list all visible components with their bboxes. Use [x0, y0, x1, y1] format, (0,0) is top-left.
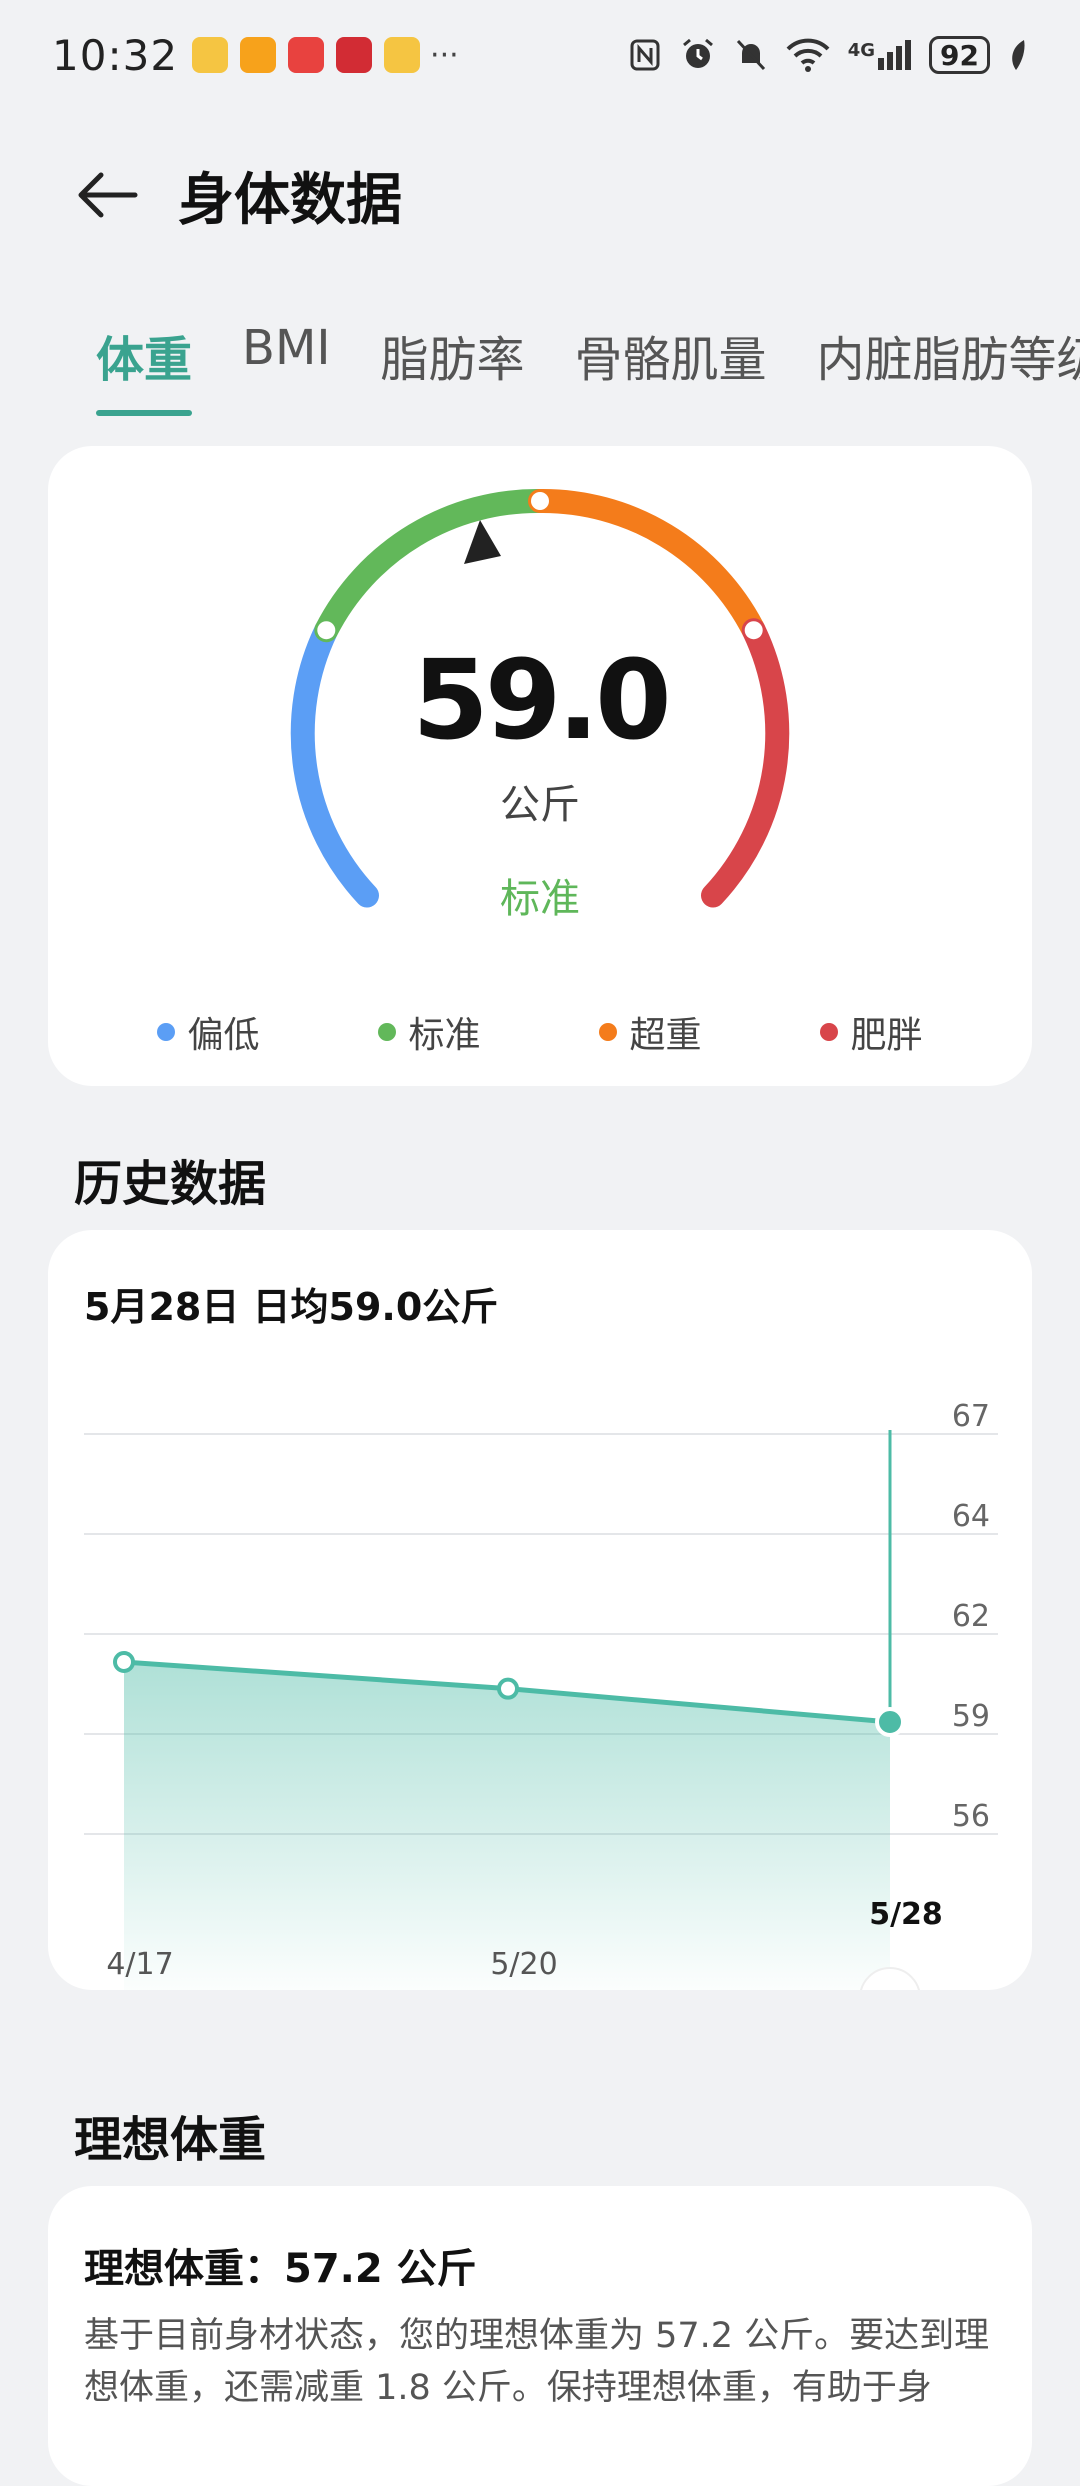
app-notification-icon	[240, 37, 277, 73]
back-arrow-icon	[78, 172, 138, 218]
gauge-pointer	[464, 520, 501, 564]
legend-label: 偏低	[187, 1015, 260, 1056]
weibo-app-icon	[192, 37, 229, 73]
tab-bmi[interactable]: BMI	[242, 320, 331, 416]
history-section-title: 历史数据	[74, 1156, 267, 1212]
weight-gauge	[290, 488, 790, 908]
weight-value: 59.0	[412, 636, 671, 764]
legend-dot	[157, 1023, 176, 1041]
tab-visceral-fat[interactable]: 内脏脂肪等级	[817, 320, 1080, 416]
page-header: 身体数据	[0, 140, 1080, 250]
tab-body-fat[interactable]: 脂肪率	[381, 320, 525, 416]
gauge-joint	[531, 492, 549, 510]
y-tick-label: 67	[952, 1399, 990, 1434]
ideal-weight-card: 理想体重：57.2 公斤 基于目前身材状态，您的理想体重为 57.2 公斤。要达…	[48, 2186, 1032, 2486]
data-point[interactable]	[875, 1707, 905, 1737]
status-bar: 10:32 ··· 4G 92	[0, 0, 1080, 110]
history-card: 5月28日 日均59.0公斤 67 64 62 59 56 4/17 5/20 5/28	[48, 1230, 1032, 1990]
legend-dot	[378, 1023, 397, 1041]
mute-bell-icon	[736, 39, 765, 71]
metric-tabs: 体重 BMI 脂肪率 骨骼肌量 内脏脂肪等级	[96, 320, 1080, 416]
shopping-app-icon	[336, 37, 373, 73]
tab-skeletal-muscle[interactable]: 骨骼肌量	[575, 320, 767, 416]
weight-history-chart[interactable]: 67 64 62 59 56 4/17 5/20 5/28	[48, 1230, 1032, 1990]
battery-indicator: 92	[929, 36, 990, 74]
gauge-segment-overweight	[528, 488, 766, 643]
legend-item-obese: 肥胖	[820, 1006, 923, 1058]
legend-item-normal: 标准	[378, 1006, 481, 1058]
weight-gauge-card: 59.0 公斤 标准 偏低 标准 超重 肥胖	[48, 446, 1032, 1086]
y-tick-label: 64	[952, 1499, 990, 1534]
huawei-app-icon	[288, 37, 325, 73]
battery-level: 92	[940, 38, 979, 72]
alarm-icon	[682, 38, 713, 68]
legend-label: 超重	[629, 1015, 702, 1056]
gauge-legend: 偏低 标准 超重 肥胖	[48, 1006, 1032, 1058]
nfc-icon	[630, 39, 660, 71]
wifi-icon	[786, 38, 830, 72]
legend-dot	[599, 1023, 618, 1041]
data-point[interactable]	[113, 1651, 135, 1673]
tab-weight[interactable]: 体重	[96, 320, 193, 416]
notification-icons	[192, 37, 421, 73]
ideal-weight-description: 基于目前身材状态，您的理想体重为 57.2 公斤。要达到理想体重，还需减重 1.…	[84, 2316, 990, 2408]
legend-dot	[820, 1023, 839, 1041]
ideal-weight-title: 理想体重：57.2 公斤	[84, 2246, 477, 2292]
status-time: 10:32	[52, 30, 179, 80]
x-tick-label: 5/20	[490, 1947, 557, 1982]
x-tick-label-selected: 5/28	[869, 1897, 943, 1932]
page-title: 身体数据	[178, 167, 402, 233]
weight-unit: 公斤	[500, 782, 580, 828]
back-button[interactable]	[52, 140, 162, 250]
legend-label: 肥胖	[850, 1015, 923, 1056]
y-tick-label: 62	[952, 1599, 990, 1634]
y-tick-label: 59	[952, 1699, 990, 1734]
legend-item-low: 偏低	[157, 1006, 260, 1058]
more-notifications-icon: ···	[430, 37, 459, 73]
y-tick-label: 56	[952, 1799, 990, 1834]
cellular-signal-icon: 4G	[847, 40, 912, 70]
weibo-app-icon-2	[384, 37, 421, 73]
gauge-segment-normal	[314, 488, 552, 643]
x-tick-label: 4/17	[106, 1947, 173, 1982]
data-point[interactable]	[497, 1677, 519, 1700]
ideal-section-title: 理想体重	[74, 2112, 267, 2168]
weight-status: 标准	[500, 876, 580, 922]
network-type: 4G	[847, 40, 876, 61]
legend-label: 标准	[408, 1015, 481, 1056]
charging-leaf-icon	[1012, 40, 1025, 70]
legend-item-overweight: 超重	[599, 1006, 702, 1058]
